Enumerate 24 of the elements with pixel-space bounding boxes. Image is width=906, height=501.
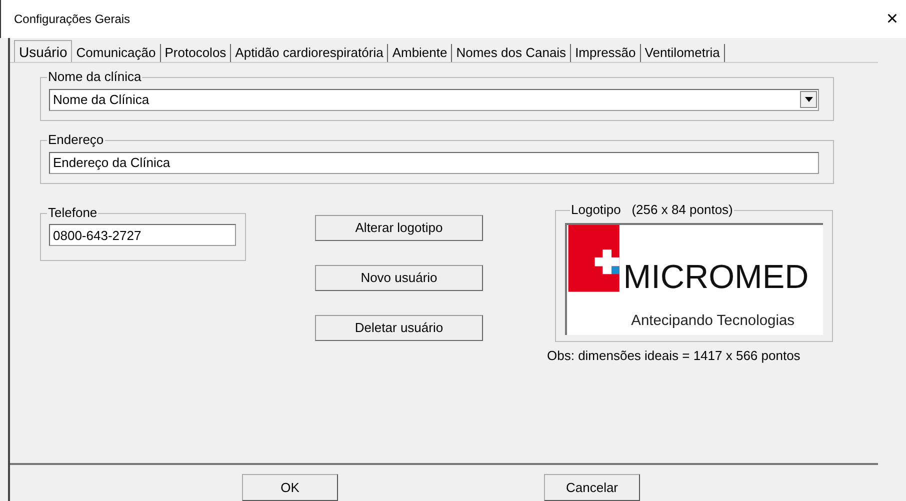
- logo-note: Obs: dimensões ideais = 1417 x 566 pontos: [547, 346, 802, 365]
- group-label: Logotipo (256 x 84 pontos): [570, 202, 734, 218]
- tab[interactable]: Nomes dos Canais: [452, 44, 572, 62]
- dropdown-arrow-icon: [804, 97, 812, 102]
- action-button[interactable]: Novo usuário: [315, 264, 483, 290]
- phone-field[interactable]: 0800-643-2727: [49, 224, 236, 246]
- tab[interactable]: Ambiente: [388, 44, 452, 62]
- logo-brand: MICROMED: [623, 258, 809, 296]
- window-title: Configurações Gerais: [14, 11, 130, 28]
- tab[interactable]: Impressão: [571, 44, 641, 62]
- group-label: Endereço: [47, 132, 105, 148]
- close-button[interactable]: ×: [886, 9, 898, 29]
- tab[interactable]: Usuário: [14, 40, 72, 62]
- tab[interactable]: Protocolos: [160, 44, 232, 62]
- dialog-button[interactable]: Cancelar: [544, 474, 640, 501]
- address-field[interactable]: Endereço da Clínica: [49, 152, 819, 174]
- clinic-name-dropdown[interactable]: Nome da Clínica: [49, 88, 819, 110]
- logo-tagline: Antecipando Tecnologias: [631, 312, 795, 329]
- dialog-button[interactable]: OK: [242, 474, 338, 501]
- tab[interactable]: Aptidão cardiorespiratória: [231, 44, 388, 62]
- tab[interactable]: Comunicação: [72, 44, 161, 62]
- action-button[interactable]: Alterar logotipo: [315, 214, 483, 240]
- tab[interactable]: Ventilometria: [640, 44, 725, 62]
- action-button[interactable]: Deletar usuário: [315, 314, 483, 340]
